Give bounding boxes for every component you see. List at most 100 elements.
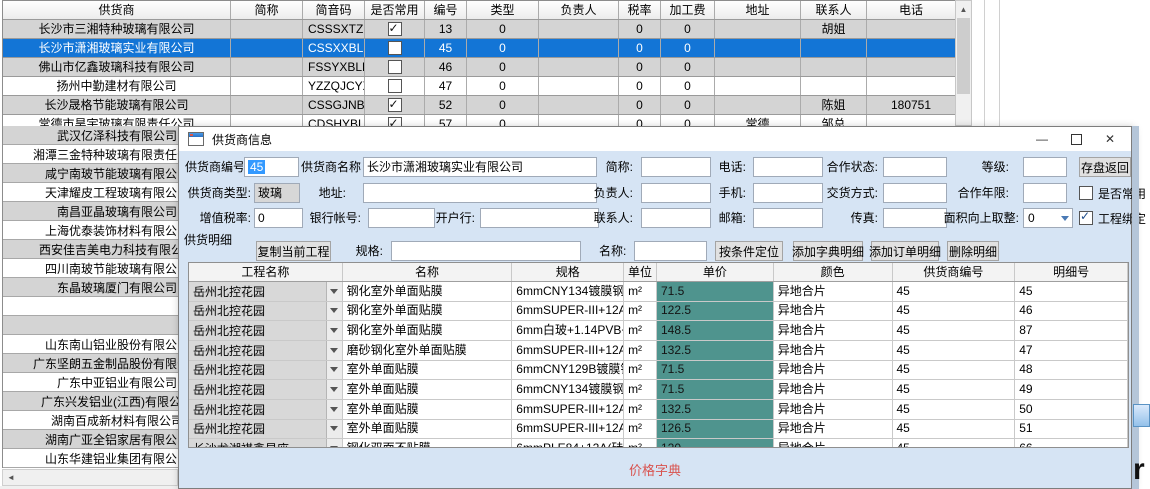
owner-input[interactable] [641,183,711,203]
grid-cell[interactable]: 71.5 [657,380,774,399]
grid-cell[interactable]: 室外单面贴膜 [343,380,513,399]
grid-cell[interactable]: 6mm白玻+1.14PVB+6mm... [512,321,624,340]
supplier-id-input[interactable]: 45 [244,157,299,177]
grid-column-header[interactable]: 单价 [657,263,774,281]
common-use-checkbox[interactable] [388,98,402,112]
grid-cell[interactable]: 45 [893,321,1016,340]
grid-cell[interactable]: m² [624,380,657,399]
grid-cell[interactable]: 45 [893,282,1016,301]
project-combo[interactable]: 岳州北控花园 [189,282,343,301]
grid-cell[interactable]: 47 [1015,341,1128,360]
grid-cell[interactable]: m² [624,400,657,419]
supplier-table-vertical-scrollbar[interactable]: ▲ [955,0,972,126]
project-combo[interactable]: 岳州北控花园 [189,380,343,399]
grade-input[interactable] [1023,157,1067,177]
delete-detail-button[interactable]: 删除明细 [947,241,999,261]
common-use-checkbox[interactable] [388,22,402,36]
grid-cell[interactable]: 异地合片 [774,302,893,321]
grid-cell[interactable]: 室外单面贴膜 [343,361,513,380]
copy-current-project-button[interactable]: 复制当前工程 [256,241,331,261]
project-combo[interactable]: 岳州北控花园 [189,361,343,380]
add-dictionary-detail-button[interactable]: 添加字典明细 [793,241,863,261]
column-header[interactable]: 简称 [231,1,303,19]
grid-cell[interactable]: 45 [1015,282,1128,301]
project-combo[interactable]: 岳州北控花园 [189,321,343,340]
grid-cell[interactable]: 45 [893,380,1016,399]
grid-row[interactable]: 岳州北控花园室外单面贴膜6mmSUPER-III+12A(硅...m²126.5… [189,420,1128,440]
grid-column-header[interactable]: 名称 [343,263,513,281]
combo-dropdown-button[interactable] [326,439,342,448]
grid-column-header[interactable]: 规格 [512,263,624,281]
supplier-name-input[interactable]: 长沙市潇湘玻璃实业有限公司 [363,157,597,177]
common-use-checkbox[interactable] [388,60,402,74]
column-header[interactable]: 税率 [619,1,661,19]
contact-input[interactable] [641,208,711,228]
grid-row[interactable]: 岳州北控花园钢化室外单面贴膜6mmCNY134镀膜钢化m²71.5异地合片454… [189,282,1128,302]
grid-cell[interactable]: 异地合片 [774,420,893,439]
phone-input[interactable] [753,157,823,177]
save-return-button[interactable]: 存盘返回 [1079,157,1131,177]
grid-row[interactable]: 岳州北控花园室外单面贴膜6mmCNY129B镀膜钢化m²71.5异地合片4548 [189,361,1128,381]
locate-by-condition-button[interactable]: 按条件定位 [715,241,783,261]
common-use-checkbox[interactable] [388,79,402,93]
table-row[interactable]: 佛山市亿鑫玻璃科技有限公司FSSYXBLKJ..46000 [3,58,956,77]
combo-dropdown-button[interactable] [326,341,342,360]
grid-column-header[interactable]: 单位 [624,263,657,281]
grid-cell[interactable]: 异地合片 [774,439,893,448]
grid-cell[interactable]: 6mmCNY134镀膜钢化 [512,282,624,301]
grid-row[interactable]: 岳州北控花园室外单面贴膜6mmCNY134镀膜钢化m²71.5异地合片4549 [189,380,1128,400]
project-combo[interactable]: 岳州北控花园 [189,302,343,321]
grid-cell[interactable]: m² [624,282,657,301]
column-header[interactable]: 是否常用 [365,1,425,19]
project-combo[interactable]: 长沙龙湖祺鑫星座 [189,439,343,448]
email-input[interactable] [753,208,823,228]
grid-cell[interactable]: 异地合片 [774,380,893,399]
add-order-detail-button[interactable]: 添加订单明细 [871,241,939,261]
area-roundup-combobox[interactable]: 0 [1023,208,1073,228]
grid-cell[interactable]: 异地合片 [774,341,893,360]
project-combo[interactable]: 岳州北控花园 [189,420,343,439]
grid-cell[interactable]: 126.5 [657,420,774,439]
column-header[interactable]: 负责人 [539,1,619,19]
combo-dropdown-button[interactable] [326,361,342,380]
scroll-left-icon[interactable]: ◄ [3,470,19,485]
grid-cell[interactable]: 122.5 [657,302,774,321]
grid-column-header[interactable]: 工程名称 [189,263,343,281]
grid-cell[interactable]: 6mmSUPER-III+12A(硅... [512,420,624,439]
column-header[interactable]: 简音码 [303,1,365,19]
dialog-titlebar[interactable]: 供货商信息 — ✕ [179,127,1131,151]
common-use-checkbox[interactable] [388,41,402,55]
fax-input[interactable] [883,208,947,228]
grid-cell[interactable]: 6mmSUPER-III+12A(硅... [512,400,624,419]
grid-cell[interactable]: 87 [1015,321,1128,340]
table-row[interactable]: 长沙晟格节能玻璃有限公司CSSGJNBLYXGS52000陈姐180751 [3,96,956,115]
grid-cell[interactable]: 132.5 [657,400,774,419]
grid-cell[interactable]: 45 [893,400,1016,419]
grid-row[interactable]: 岳州北控花园钢化室外单面贴膜6mmSUPER-III+12A(硅...m²122… [189,302,1128,322]
combo-dropdown-button[interactable] [326,380,342,399]
project-combo[interactable]: 岳州北控花园 [189,341,343,360]
delivery-input[interactable] [883,183,947,203]
minimize-button[interactable]: — [1025,127,1059,151]
grid-cell[interactable]: 6mmCNY129B镀膜钢化 [512,361,624,380]
grid-cell[interactable]: 45 [893,420,1016,439]
bank-input[interactable] [480,208,599,228]
close-button[interactable]: ✕ [1093,127,1127,151]
table-row[interactable]: 扬州中勤建材有限公司YZZQJCYXGS47000 [3,77,956,96]
column-header[interactable]: 编号 [425,1,467,19]
grid-column-header[interactable]: 颜色 [774,263,893,281]
grid-cell[interactable]: 6mmSUPER-III+12A(硅... [512,341,624,360]
grid-row[interactable]: 岳州北控花园室外单面贴膜6mmSUPER-III+12A(硅...m²132.5… [189,400,1128,420]
grid-cell[interactable]: m² [624,341,657,360]
grid-cell[interactable]: 51 [1015,420,1128,439]
column-header[interactable]: 联系人 [801,1,867,19]
grid-cell[interactable]: 71.5 [657,361,774,380]
grid-cell[interactable]: 48 [1015,361,1128,380]
combo-dropdown-button[interactable] [326,420,342,439]
grid-cell[interactable]: 45 [893,341,1016,360]
coop-status-input[interactable] [883,157,947,177]
grid-cell[interactable]: 异地合片 [774,321,893,340]
grid-cell[interactable]: 45 [893,302,1016,321]
grid-column-header[interactable]: 明细号 [1015,263,1128,281]
grid-row[interactable]: 岳州北控花园磨砂钢化室外单面贴膜6mmSUPER-III+12A(硅...m²1… [189,341,1128,361]
